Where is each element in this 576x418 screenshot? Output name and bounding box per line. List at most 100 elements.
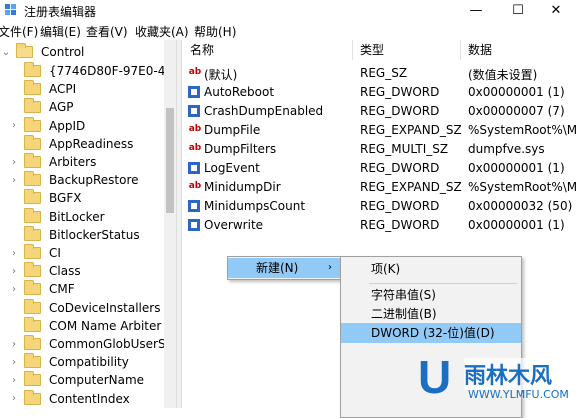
value-data: 0x00000001 (1): [468, 161, 565, 175]
folder-icon: [24, 153, 41, 168]
chevron-right-icon[interactable]: ›: [8, 157, 20, 168]
column-divider[interactable]: [352, 40, 353, 60]
tree-item-control[interactable]: ⌄ Control: [0, 43, 84, 61]
tree-item[interactable]: › Compatibility: [8, 353, 129, 371]
tree-item[interactable]: AGP: [8, 98, 74, 116]
column-divider[interactable]: [460, 40, 461, 60]
tree-item-label: CMF: [49, 282, 75, 297]
menu-help[interactable]: 帮助(H): [194, 23, 236, 40]
menu-item-new[interactable]: 新建(N) ›: [228, 258, 340, 278]
tree-item[interactable]: › ContentIndex: [8, 389, 130, 408]
value-name: MinidumpDir: [204, 180, 281, 194]
value-row[interactable]: LogEvent REG_DWORD 0x00000001 (1): [182, 159, 576, 178]
chevron-right-icon[interactable]: ›: [8, 375, 20, 386]
folder-icon: [24, 134, 41, 150]
tree-item[interactable]: › CMF: [8, 280, 75, 298]
value-row[interactable]: ab MinidumpDir REG_EXPAND_SZ %SystemRoot%\M…: [182, 178, 576, 197]
tree-item-label: BitlockerStatus: [49, 227, 140, 242]
folder-open-icon: [16, 43, 33, 58]
value-data: 0x00000001 (1): [468, 85, 565, 99]
tree-item[interactable]: › BackupRestore: [8, 171, 139, 189]
tree-item-label: AGP: [49, 100, 74, 115]
close-button[interactable]: ✕: [536, 0, 576, 20]
menu-bar: 文件(F) 编辑(E) 查看(V) 收藏夹(A) 帮助(H): [0, 20, 576, 40]
binary-value-icon: [188, 86, 200, 98]
tree-item[interactable]: › CommonGlobUserSett: [8, 335, 176, 353]
tree-item-label: CommonGlobUserSett: [49, 337, 176, 351]
submenu-item-string[interactable]: 字符串值(S): [371, 285, 436, 305]
value-row[interactable]: ab DumpFilters REG_MULTI_SZ dumpfve.sys: [182, 140, 576, 159]
tree-item-label: BGFX: [49, 191, 82, 206]
string-value-icon: ab: [188, 181, 202, 191]
scrollbar-thumb[interactable]: [166, 108, 174, 213]
folder-icon: [24, 171, 41, 187]
tree-item-label: CoDeviceInstallers: [49, 300, 161, 315]
tree-item[interactable]: › CI: [8, 244, 61, 262]
regedit-app-icon: [5, 4, 16, 15]
value-type: REG_EXPAND_SZ: [360, 123, 462, 137]
column-header-type[interactable]: 类型: [360, 40, 384, 60]
value-row[interactable]: AutoReboot REG_DWORD 0x00000001 (1): [182, 83, 576, 102]
chevron-right-icon[interactable]: ›: [8, 339, 20, 350]
value-data: %SystemRoot%\MEM: [468, 123, 576, 137]
tree-item[interactable]: › ComputerName: [8, 371, 144, 389]
value-name: (默认): [204, 68, 238, 82]
chevron-right-icon[interactable]: ›: [8, 393, 20, 404]
value-data: (数值未设置): [468, 68, 538, 82]
tree-item[interactable]: BGFX: [8, 189, 81, 207]
chevron-right-icon[interactable]: ›: [8, 284, 20, 295]
minimize-icon: —: [469, 2, 483, 18]
tree-item[interactable]: › Arbiters: [8, 153, 96, 171]
maximize-button[interactable]: ☐: [498, 0, 538, 20]
menu-view[interactable]: 查看(V): [86, 23, 128, 40]
folder-icon: [24, 225, 41, 241]
title-bar: 注册表编辑器 — ☐ ✕: [0, 0, 576, 20]
tree-item[interactable]: › AppID: [8, 116, 85, 135]
menu-item-label: DWORD (32-位)值(D): [371, 326, 495, 340]
column-header-data[interactable]: 数据: [468, 40, 492, 60]
column-header-name[interactable]: 名称: [190, 40, 214, 60]
submenu-item-binary[interactable]: 二进制值(B): [371, 304, 437, 324]
submenu-item-key[interactable]: 项(K): [371, 259, 400, 279]
chevron-right-icon[interactable]: ›: [8, 266, 20, 277]
value-type: REG_DWORD: [360, 104, 440, 118]
menu-file[interactable]: 文件(F): [0, 23, 38, 40]
menu-separator: [369, 283, 517, 284]
tree-item[interactable]: BitLocker: [8, 207, 105, 226]
menu-favorites[interactable]: 收藏夹(A): [135, 23, 189, 40]
tree-item[interactable]: ACPI: [8, 80, 76, 98]
chevron-right-icon[interactable]: ›: [8, 248, 20, 259]
tree-item[interactable]: COM Name Arbiter: [8, 316, 161, 335]
value-row[interactable]: CrashDumpEnabled REG_DWORD 0x00000007 (7): [182, 102, 576, 121]
value-row[interactable]: ab (默认) REG_SZ (数值未设置): [182, 64, 576, 83]
submenu-item-dword[interactable]: DWORD (32-位)值(D): [341, 323, 521, 343]
folder-icon: [24, 262, 41, 278]
key-tree: ⌄ Control {7746D80F-97E0-4E26- ACPI AGP › Ap…: [0, 40, 176, 408]
tree-item[interactable]: › Class: [8, 262, 81, 280]
tree-item[interactable]: {7746D80F-97E0-4E26-: [8, 62, 176, 80]
tree-item[interactable]: CoDeviceInstallers: [8, 298, 161, 317]
folder-icon: [24, 298, 41, 314]
minimize-button[interactable]: —: [456, 0, 496, 20]
tree-item-label: {7746D80F-97E0-4E26-: [49, 64, 176, 78]
value-row[interactable]: abDumpFile REG_EXPAND_SZ %SystemRoot%\MEM: [182, 121, 576, 140]
value-type: REG_MULTI_SZ: [360, 142, 449, 156]
menu-edit[interactable]: 编辑(E): [40, 23, 81, 40]
tree-item[interactable]: AppReadiness: [8, 134, 133, 153]
chevron-right-icon[interactable]: ›: [8, 120, 20, 131]
value-row[interactable]: Overwrite REG_DWORD 0x00000001 (1): [182, 216, 576, 235]
chevron-right-icon[interactable]: ›: [8, 175, 20, 186]
value-type: REG_DWORD: [360, 85, 440, 99]
tree-scrollbar[interactable]: [164, 40, 176, 408]
value-name: DumpFile: [204, 123, 261, 137]
tree-item[interactable]: BitlockerStatus: [8, 225, 140, 244]
watermark-letter: U: [418, 351, 452, 403]
folder-icon: [24, 207, 41, 223]
chevron-right-icon[interactable]: ›: [8, 357, 20, 368]
string-value-icon: ab: [188, 124, 202, 134]
chevron-down-icon[interactable]: ⌄: [0, 47, 12, 58]
value-row[interactable]: MinidumpsCount REG_DWORD 0x00000032 (50): [182, 197, 576, 216]
folder-icon: [24, 98, 41, 114]
value-data: 0x00000001 (1): [468, 218, 565, 232]
binary-value-icon: [188, 105, 200, 117]
